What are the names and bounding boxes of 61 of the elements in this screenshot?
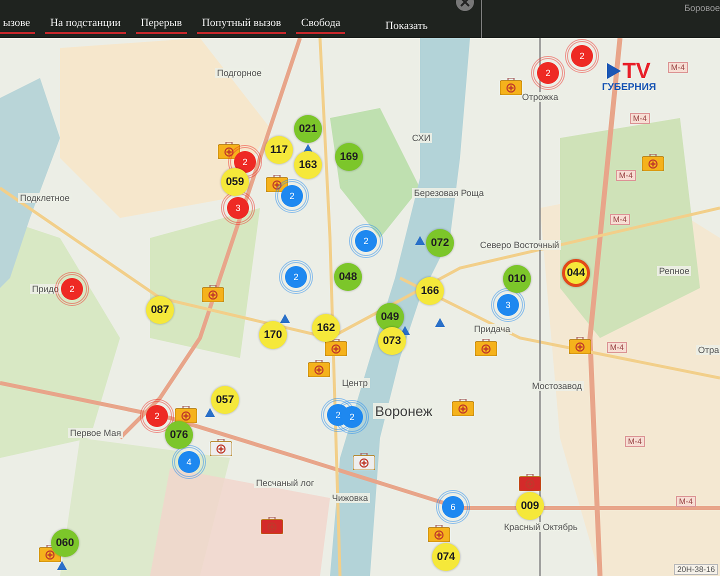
road-sign: М-4 [616, 170, 636, 181]
direction-icon [57, 560, 67, 570]
place-label: Воронеж [373, 403, 434, 419]
place-label: Репное [657, 266, 692, 276]
first-aid-case-icon[interactable] [308, 360, 330, 376]
first-aid-case-icon[interactable] [500, 78, 522, 94]
place-label: Подгорное [215, 68, 264, 78]
place-label: Чижовка [330, 493, 370, 503]
logo-name: ГУБЕРНИЯ [602, 82, 656, 93]
place-label: Боровое [684, 3, 720, 13]
direction-icon [435, 318, 445, 326]
place-label: Отра [696, 345, 720, 355]
filter-link[interactable]: На подстанции [45, 17, 126, 34]
road-sign: М-4 [668, 62, 688, 73]
place-label: Мостозавод [530, 381, 584, 391]
show-button[interactable]: Показать [385, 20, 428, 38]
road-sign: М-4 [625, 436, 645, 447]
direction-icon [205, 408, 215, 416]
play-icon [607, 63, 622, 79]
cluster-marker[interactable]: 2 [275, 179, 309, 213]
first-aid-case-icon[interactable] [452, 398, 474, 416]
cluster-marker[interactable]: 6 [436, 490, 470, 524]
first-aid-case-icon[interactable] [325, 338, 347, 356]
road-sign: М-4 [676, 496, 696, 507]
place-label: Северо Восточный [478, 240, 562, 250]
logo-mark: TV [622, 60, 651, 82]
road-sign: М-4 [607, 342, 627, 353]
place-label: СХИ [410, 133, 432, 143]
place-label: Придача [472, 324, 512, 334]
first-aid-case-icon[interactable] [475, 338, 497, 356]
first-aid-case-icon[interactable] [175, 406, 197, 422]
cluster-marker[interactable]: 2 [531, 56, 565, 90]
first-aid-case-icon[interactable] [519, 474, 541, 490]
first-aid-case-icon[interactable] [266, 174, 288, 192]
cluster-marker[interactable]: 2 [279, 260, 313, 294]
cluster-marker[interactable]: 2 [349, 224, 383, 258]
filter-link[interactable]: ызове [0, 17, 36, 34]
road-sign: М-4 [610, 214, 630, 225]
filter-link[interactable]: Свобода [296, 17, 346, 34]
road-sign: М-4 [630, 113, 650, 124]
cluster-marker[interactable]: 2 [565, 39, 599, 73]
first-aid-case-icon[interactable] [642, 154, 664, 170]
first-aid-case-icon[interactable] [428, 524, 450, 542]
direction-icon [415, 236, 425, 244]
first-aid-case-icon[interactable] [210, 438, 232, 456]
first-aid-case-icon[interactable] [569, 336, 591, 354]
place-label: Центр [340, 378, 370, 388]
filter-link[interactable]: Перерыв [136, 17, 187, 34]
first-aid-case-icon[interactable] [261, 516, 283, 534]
place-label: Первое Мая [68, 428, 124, 438]
place-label: Подклетное [18, 193, 72, 203]
place-label: Песчаный лог [254, 478, 316, 488]
first-aid-case-icon[interactable] [202, 284, 224, 302]
first-aid-case-icon[interactable] [218, 142, 240, 158]
filter-link[interactable]: Попутный вызов [196, 17, 286, 34]
place-label: Красный Октябрь [502, 522, 580, 532]
direction-icon [280, 314, 290, 322]
place-label: Березовая Роща [412, 188, 486, 198]
road-code: 20Н-38-16 [674, 564, 718, 575]
first-aid-case-icon[interactable] [353, 452, 375, 470]
place-label: Отрожка [520, 92, 560, 102]
